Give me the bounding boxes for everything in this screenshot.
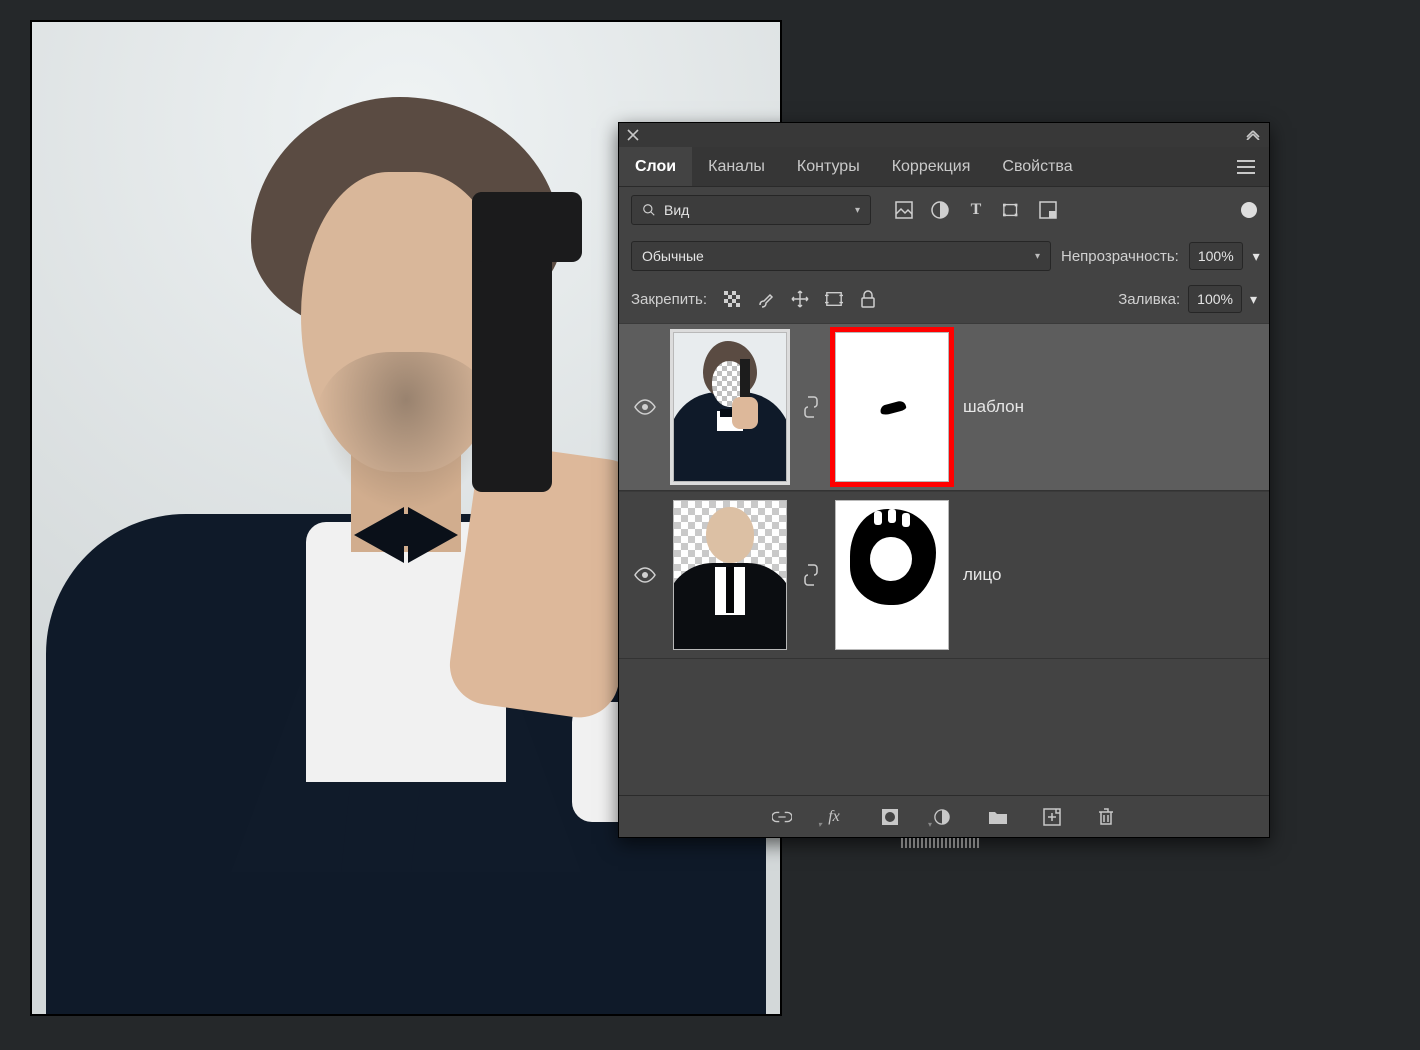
layer-filter-icons: T [895,201,1057,219]
chevron-down-icon: ▾ [1035,251,1040,262]
layer-search-label: Вид [664,202,689,218]
lock-brush-icon[interactable] [757,290,775,308]
fill-label: Заливка: [1118,291,1180,308]
chevron-down-icon: ▾ [855,205,860,216]
visibility-eye-icon[interactable] [634,399,656,415]
panel-titlebar[interactable] [619,123,1269,147]
new-layer-icon[interactable] [1042,807,1062,827]
layer-thumbnail[interactable] [673,332,787,482]
layer-mask-thumbnail[interactable] [835,332,949,482]
collapse-icon[interactable] [1245,130,1261,140]
layer-thumbnail[interactable] [673,500,787,650]
link-icon[interactable] [772,807,792,827]
visibility-eye-icon[interactable] [634,567,656,583]
lock-label: Закрепить: [631,291,707,308]
fill-input[interactable]: 100% [1188,285,1242,313]
image-icon[interactable] [895,201,913,219]
close-icon[interactable] [627,129,639,141]
trash-icon[interactable] [1096,807,1116,827]
tab-properties[interactable]: Свойства [986,147,1088,186]
opacity-label: Непрозрачность: [1061,248,1179,265]
search-icon [642,203,656,217]
panel-footer: fx▾ ▾ [619,795,1269,837]
adjust-icon[interactable] [931,201,949,219]
smartobj-icon[interactable] [1039,201,1057,219]
blend-mode-value: Обычные [642,248,704,264]
adjustment-icon[interactable]: ▾ [934,807,954,827]
layer-search-select[interactable]: Вид ▾ [631,195,871,225]
tab-adjustments[interactable]: Коррекция [876,147,987,186]
tab-channels[interactable]: Каналы [692,147,781,186]
mask-link-icon[interactable] [804,564,818,586]
dock-grip[interactable] [870,838,1010,850]
mask-icon[interactable] [880,807,900,827]
shape-icon[interactable] [1003,201,1021,219]
tab-layers[interactable]: Слои [619,147,692,186]
mask-link-icon[interactable] [804,396,818,418]
panel-menu-icon[interactable] [1223,160,1269,174]
layer-name[interactable]: лицо [963,565,1001,585]
fill-value: 100% [1197,291,1233,307]
layer-row[interactable]: шаблон [619,323,1269,491]
tab-paths[interactable]: Контуры [781,147,876,186]
panel-tabs: Слои Каналы Контуры Коррекция Свойства [619,147,1269,187]
layer-name[interactable]: шаблон [963,397,1024,417]
layers-list: шаблон лицо [619,323,1269,795]
group-icon[interactable] [988,807,1008,827]
layer-mask-thumbnail[interactable] [835,500,949,650]
filter-toggle[interactable] [1241,202,1257,218]
fx-icon[interactable]: fx▾ [826,807,846,827]
lock-move-icon[interactable] [791,290,809,308]
blend-mode-select[interactable]: Обычные ▾ [631,241,1051,271]
lock-all-icon[interactable] [859,290,877,308]
layers-panel: Слои Каналы Контуры Коррекция Свойства В… [618,122,1270,838]
lock-pixels-icon[interactable] [723,290,741,308]
lock-artboard-icon[interactable] [825,290,843,308]
chevron-down-icon[interactable]: ▾ [1250,291,1257,308]
type-icon[interactable]: T [967,201,985,219]
layer-row[interactable]: лицо [619,491,1269,659]
chevron-down-icon[interactable]: ▾ [1253,248,1260,265]
opacity-input[interactable]: 100% [1189,242,1243,270]
opacity-value: 100% [1198,248,1234,264]
